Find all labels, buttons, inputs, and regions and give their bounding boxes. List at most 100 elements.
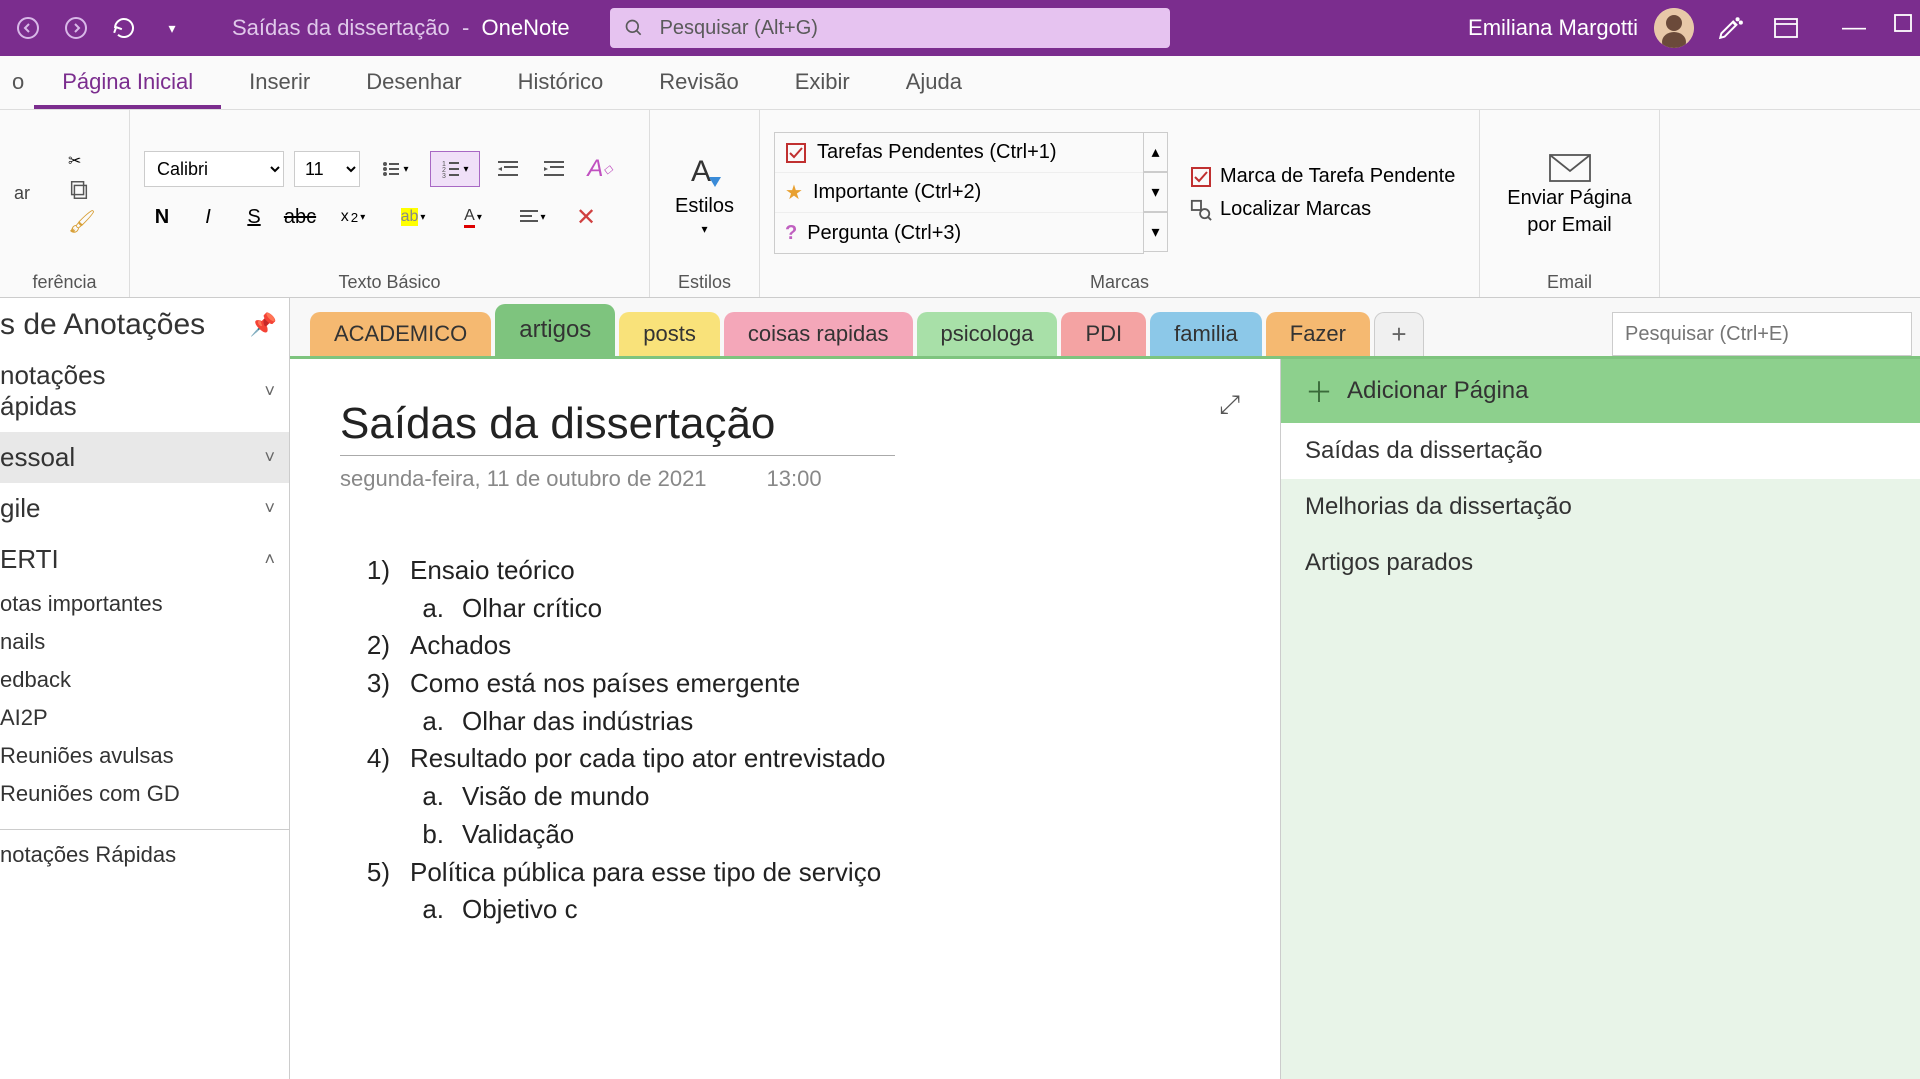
note-title[interactable]: Saídas da dissertação: [340, 399, 895, 456]
sidebar-item[interactable]: Reuniões com GD: [0, 775, 289, 813]
font-name-select[interactable]: Calibri: [144, 151, 284, 187]
find-marks-button[interactable]: Localizar Marcas: [1190, 198, 1455, 221]
avatar[interactable]: [1654, 8, 1694, 48]
maximize-button[interactable]: [1894, 14, 1912, 42]
sidebar-section[interactable]: essoal˅: [0, 432, 289, 483]
doc-title: Saídas da dissertação: [232, 15, 450, 40]
font-size-select[interactable]: 11: [294, 151, 360, 187]
quick-notes[interactable]: notações Rápidas: [0, 829, 289, 874]
sidebar-section[interactable]: notações ápidas˅: [0, 350, 289, 432]
global-search-input[interactable]: [660, 17, 1156, 40]
qa-dropdown[interactable]: ▾: [152, 8, 192, 48]
bold-button[interactable]: N: [144, 199, 180, 235]
ribbon-group-email: Enviar Página por Email Email: [1480, 110, 1660, 297]
ribbon-tab-review[interactable]: Revisão: [631, 55, 766, 109]
delete-button[interactable]: ✕: [568, 199, 604, 235]
tags-scroll-down[interactable]: ▾: [1144, 172, 1168, 212]
highlight-button[interactable]: ab▾: [388, 199, 438, 235]
paste-button[interactable]: ar: [14, 183, 30, 204]
sidebar-item[interactable]: AI2P: [0, 699, 289, 737]
align-button[interactable]: ▾: [508, 199, 558, 235]
ribbon-tab-draw[interactable]: Desenhar: [338, 55, 489, 109]
styles-button[interactable]: A Estilos ▾: [675, 151, 734, 236]
minimize-button[interactable]: —: [1842, 14, 1866, 42]
styles-group-label: Estilos: [664, 270, 745, 293]
ribbon-tab-file[interactable]: o: [8, 55, 34, 109]
list-item[interactable]: 3)Como está nos países emergente: [360, 665, 1230, 703]
page-search-input[interactable]: [1612, 312, 1912, 356]
font-color-button[interactable]: A▾: [448, 199, 498, 235]
page-list-item[interactable]: Saídas da dissertação: [1281, 423, 1920, 479]
list-item[interactable]: 1)Ensaio teórico: [360, 552, 1230, 590]
format-painter-icon[interactable]: 🖌: [68, 209, 96, 235]
section-tab[interactable]: familia: [1150, 312, 1262, 356]
copy-icon[interactable]: [68, 179, 90, 201]
section-tab[interactable]: posts: [619, 312, 720, 356]
bullets-button[interactable]: ▾: [370, 151, 420, 187]
add-page-button[interactable]: ＋ Adicionar Página: [1281, 359, 1920, 423]
list-subitem[interactable]: a.Olhar crítico: [420, 590, 1230, 628]
list-subitem[interactable]: a.Objetivo c: [420, 891, 1230, 929]
outdent-button[interactable]: [490, 151, 526, 187]
section-tab[interactable]: artigos: [495, 304, 615, 356]
list-subitem[interactable]: b.Validação: [420, 816, 1230, 854]
sidebar-item[interactable]: nails: [0, 623, 289, 661]
section-tab[interactable]: PDI: [1061, 312, 1146, 356]
sidebar-section[interactable]: ERTI˄: [0, 534, 289, 585]
global-search[interactable]: [610, 8, 1170, 48]
italic-button[interactable]: I: [190, 199, 226, 235]
ribbon-tab-home[interactable]: Página Inicial: [34, 55, 221, 109]
sidebar-item[interactable]: otas importantes: [0, 585, 289, 623]
pin-icon[interactable]: 📌: [250, 312, 277, 338]
clear-formatting-button[interactable]: A◇: [582, 151, 618, 187]
cut-icon[interactable]: ✂: [68, 151, 81, 171]
subscript-button[interactable]: x2▾: [328, 199, 378, 235]
username[interactable]: Emiliana Margotti: [1468, 15, 1638, 41]
ribbon-tab-insert[interactable]: Inserir: [221, 55, 338, 109]
sidebar-item[interactable]: Reuniões avulsas: [0, 737, 289, 775]
pen-mode-icon[interactable]: [1710, 8, 1750, 48]
ribbon-group-text: Calibri 11 ▾ 123▾ A◇ N I S abc x2▾ ab▾ A…: [130, 110, 650, 297]
app-name: OneNote: [482, 15, 570, 40]
list-subitem[interactable]: a.Olhar das indústrias: [420, 703, 1230, 741]
numbering-button[interactable]: 123▾: [430, 151, 480, 187]
sidebar-section[interactable]: gile˅: [0, 483, 289, 534]
list-item[interactable]: 2)Achados: [360, 627, 1230, 665]
list-subitem[interactable]: a.Visão de mundo: [420, 778, 1230, 816]
tags-gallery[interactable]: Tarefas Pendentes (Ctrl+1) ★Importante (…: [774, 132, 1144, 254]
section-tab[interactable]: ACADEMICO: [310, 312, 491, 356]
sidebar-item[interactable]: edback: [0, 661, 289, 699]
back-button[interactable]: [8, 8, 48, 48]
ribbon-tab-help[interactable]: Ajuda: [878, 55, 990, 109]
search-tag-icon: [1190, 199, 1212, 221]
note-canvas[interactable]: ⤢ Saídas da dissertação segunda-feira, 1…: [290, 359, 1280, 1079]
email-page-button[interactable]: Enviar Página por Email: [1507, 149, 1632, 237]
add-section-button[interactable]: +: [1374, 312, 1424, 356]
indent-button[interactable]: [536, 151, 572, 187]
pending-mark-button[interactable]: Marca de Tarefa Pendente: [1190, 165, 1455, 188]
ribbon-tab-history[interactable]: Histórico: [490, 55, 632, 109]
tag-important[interactable]: ★Importante (Ctrl+2): [775, 173, 1143, 213]
ribbon-tab-view[interactable]: Exibir: [767, 55, 878, 109]
list-item[interactable]: 5)Política pública para esse tipo de ser…: [360, 854, 1230, 892]
section-tab[interactable]: psicologa: [917, 312, 1058, 356]
tag-question[interactable]: ?Pergunta (Ctrl+3): [775, 213, 1143, 253]
note-date: segunda-feira, 11 de outubro de 2021: [340, 466, 707, 492]
forward-button[interactable]: [56, 8, 96, 48]
ribbon-group-clipboard: ar ✂ 🖌 ferência: [0, 110, 130, 297]
strikethrough-button[interactable]: abc: [282, 199, 318, 235]
tag-todo[interactable]: Tarefas Pendentes (Ctrl+1): [775, 133, 1143, 173]
undo-button[interactable]: [104, 8, 144, 48]
tags-scroll-up[interactable]: ▴: [1144, 132, 1168, 172]
section-tab[interactable]: Fazer: [1266, 312, 1370, 356]
underline-button[interactable]: S: [236, 199, 272, 235]
section-tab[interactable]: coisas rapidas: [724, 312, 913, 356]
expand-icon[interactable]: ⤢: [1219, 389, 1240, 421]
list-item[interactable]: 4)Resultado por cada tipo ator entrevist…: [360, 740, 1230, 778]
ribbon-mode-icon[interactable]: [1766, 8, 1806, 48]
page-list-item[interactable]: Artigos parados: [1281, 535, 1920, 591]
page-list-item[interactable]: Melhorias da dissertação: [1281, 479, 1920, 535]
ribbon-group-tags: Tarefas Pendentes (Ctrl+1) ★Importante (…: [760, 110, 1480, 297]
checkbox-icon: [785, 142, 807, 164]
tags-expand[interactable]: ▾: [1144, 212, 1168, 252]
